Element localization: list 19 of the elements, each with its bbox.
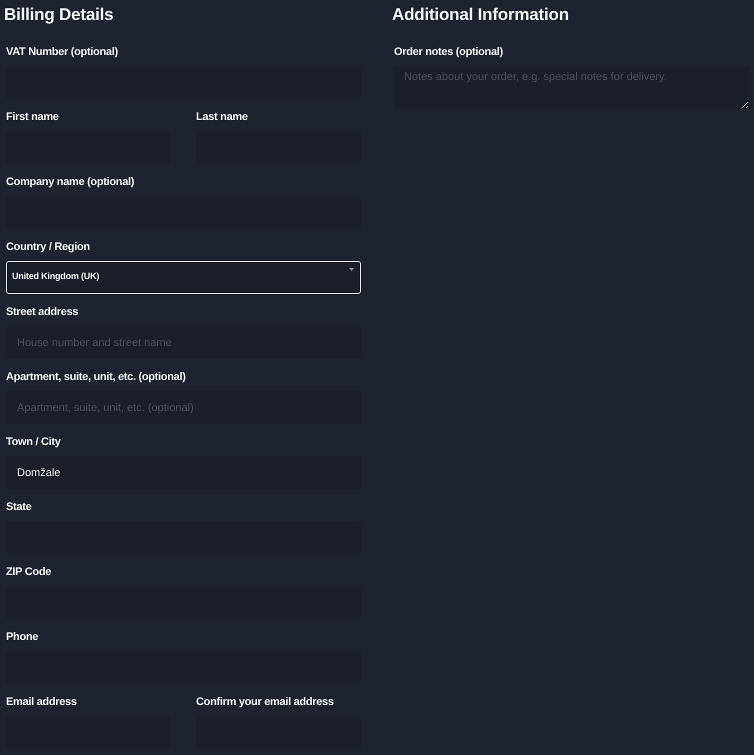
field-label: Company name (optional): [6, 176, 134, 190]
field-label: Country / Region: [6, 241, 90, 255]
field-label: Apartment, suite, unit, etc. (optional): [6, 371, 186, 385]
field-label: Town / City: [6, 436, 61, 450]
section-title: Additional Information: [392, 4, 570, 26]
field-label: Confirm your email address: [196, 696, 334, 710]
section-title: Billing Details: [4, 4, 114, 26]
field-label: Email address: [6, 696, 77, 710]
field-label: VAT Number (optional): [6, 46, 118, 60]
field-label: State: [6, 501, 32, 515]
field-label: Last name: [196, 111, 248, 125]
field-label: Phone: [6, 631, 38, 645]
field-label: Street address: [6, 306, 78, 320]
field-label: First name: [6, 111, 59, 125]
field-label: Order notes (optional): [394, 46, 503, 60]
country-select[interactable]: United Kingdom (UK): [6, 261, 361, 294]
field-label: ZIP Code: [6, 566, 52, 580]
input-field[interactable]: Domžale: [6, 456, 361, 489]
caret-icon: [349, 268, 354, 271]
